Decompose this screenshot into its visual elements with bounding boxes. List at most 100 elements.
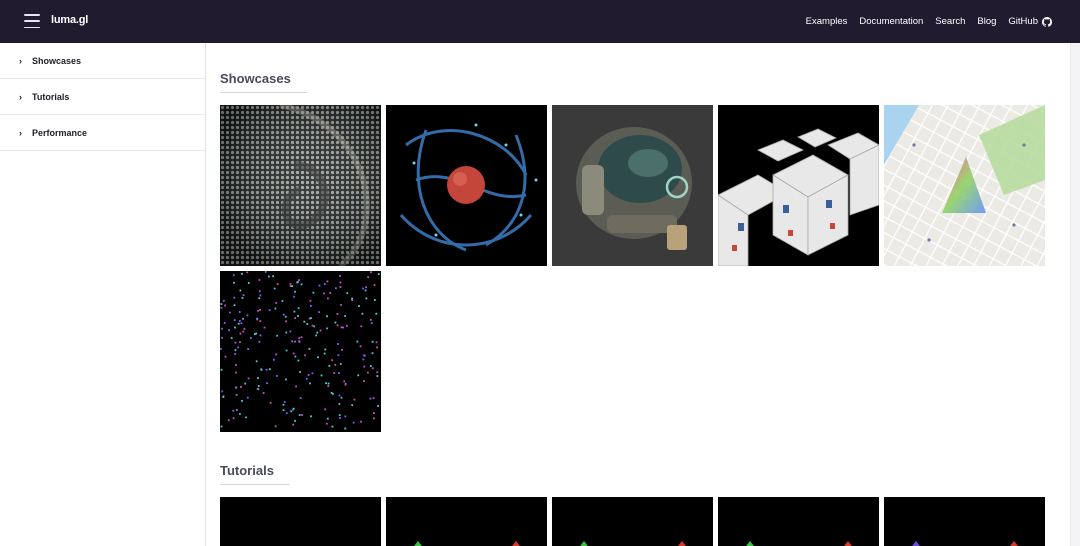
particle-dot <box>326 315 328 318</box>
particle-dot <box>235 371 237 374</box>
showcase-thumbnail-instanced[interactable] <box>220 271 381 432</box>
particle-dot <box>235 394 238 396</box>
particle-dot <box>371 340 374 343</box>
particle-dot <box>234 353 237 355</box>
particle-dot <box>318 311 321 313</box>
particle-dot <box>255 360 258 363</box>
particle-dot <box>232 409 235 412</box>
particle-dot <box>289 330 292 333</box>
particle-dot <box>298 337 301 340</box>
particle-dot <box>257 377 259 379</box>
particle-dot <box>241 273 243 275</box>
particle-dot <box>352 421 355 424</box>
particle-dot <box>340 396 343 399</box>
particle-dot <box>326 327 328 330</box>
particle-dot <box>377 405 379 407</box>
particle-dot <box>235 364 237 366</box>
particle-dot <box>293 310 296 313</box>
github-icon <box>1042 16 1052 27</box>
nav-github[interactable]: GitHub <box>1008 16 1052 27</box>
particle-dot <box>299 371 301 373</box>
particle-dot <box>281 300 284 302</box>
particle-dot <box>245 416 247 419</box>
brand-logo[interactable]: luma.gl <box>51 14 88 26</box>
nav-documentation[interactable]: Documentation <box>859 16 923 27</box>
particle-dot <box>238 320 241 322</box>
sidebar-item-performance[interactable]: › Performance <box>0 115 205 151</box>
particle-dot <box>319 329 322 332</box>
particle-dot <box>362 287 364 290</box>
particle-dot <box>297 307 300 310</box>
particle-dot <box>232 274 235 277</box>
particle-dot <box>224 355 227 358</box>
particle-dot <box>282 313 285 316</box>
particle-dot <box>294 420 296 422</box>
particle-dot <box>224 304 226 307</box>
particle-dot <box>268 275 270 278</box>
particle-dot <box>310 415 312 418</box>
particle-dot <box>331 359 333 362</box>
showcase-thumbnail-helmet[interactable] <box>552 105 713 266</box>
particle-dot <box>339 363 342 365</box>
particle-dot <box>363 380 365 382</box>
particle-dot <box>247 348 249 350</box>
particle-dot <box>370 322 373 325</box>
particle-dot <box>285 378 287 381</box>
particle-dot <box>363 354 366 357</box>
tutorial-thumbnail-4[interactable] <box>718 497 879 546</box>
showcase-thumbnail-map[interactable] <box>884 105 1045 266</box>
chevron-right-icon: › <box>19 55 22 66</box>
particle-dot <box>344 315 346 317</box>
particle-dot <box>327 382 330 385</box>
tutorial-thumbnail-2[interactable] <box>386 497 547 546</box>
page-scrollbar[interactable] <box>1070 43 1080 546</box>
particle-dot <box>373 284 376 286</box>
particle-dot <box>220 368 223 371</box>
particle-dot <box>297 359 300 362</box>
chevron-right-icon: › <box>19 127 22 138</box>
particle-dot <box>323 352 326 355</box>
nav-search[interactable]: Search <box>935 16 965 27</box>
nav-github-label[interactable]: GitHub <box>1008 16 1038 27</box>
tutorial-thumbnail-3[interactable] <box>552 497 713 546</box>
particle-dot <box>358 305 360 307</box>
particle-dot <box>298 279 300 281</box>
particle-dot <box>258 297 261 300</box>
tutorial-thumbnail-1[interactable] <box>220 497 381 546</box>
hamburger-menu-icon[interactable] <box>24 14 40 28</box>
particle-dot <box>246 396 249 399</box>
sidebar-item-tutorials[interactable]: › Tutorials <box>0 79 205 115</box>
particle-dot <box>237 322 240 325</box>
chevron-right-icon: › <box>19 91 22 102</box>
particle-dot <box>369 397 372 400</box>
showcase-thumbnail-particles[interactable] <box>386 105 547 266</box>
top-navbar: luma.gl Examples Documentation Search Bl… <box>0 0 1080 43</box>
particle-dot <box>340 304 342 306</box>
particle-dot <box>266 382 268 385</box>
nav-examples[interactable]: Examples <box>806 16 848 27</box>
sidebar-item-showcases[interactable]: › Showcases <box>0 43 205 79</box>
particle-dot <box>269 401 272 404</box>
nav-blog[interactable]: Blog <box>977 16 996 27</box>
particle-dot <box>292 407 295 410</box>
showcase-thumbnail-dots[interactable] <box>220 105 381 266</box>
particle-dot <box>367 371 369 374</box>
particle-dot <box>256 318 258 321</box>
particle-dot <box>235 386 238 389</box>
particle-dot <box>334 364 337 366</box>
particle-dot <box>311 372 314 375</box>
particle-dot <box>233 304 236 307</box>
particle-dot <box>360 420 362 423</box>
particle-dot <box>243 327 246 330</box>
particle-dot <box>310 317 312 319</box>
tutorial-thumbnail-5[interactable] <box>884 497 1045 546</box>
particle-dot <box>276 334 279 337</box>
particle-dot <box>305 377 308 380</box>
top-nav-links: Examples Documentation Search Blog GitHu… <box>794 16 1052 27</box>
particle-dot <box>309 382 311 385</box>
particle-dot <box>275 302 278 304</box>
particle-dot <box>292 423 295 426</box>
showcase-thumbnail-cubes[interactable] <box>718 105 879 266</box>
particle-dot <box>263 326 266 329</box>
helmet-model-image <box>552 105 713 266</box>
